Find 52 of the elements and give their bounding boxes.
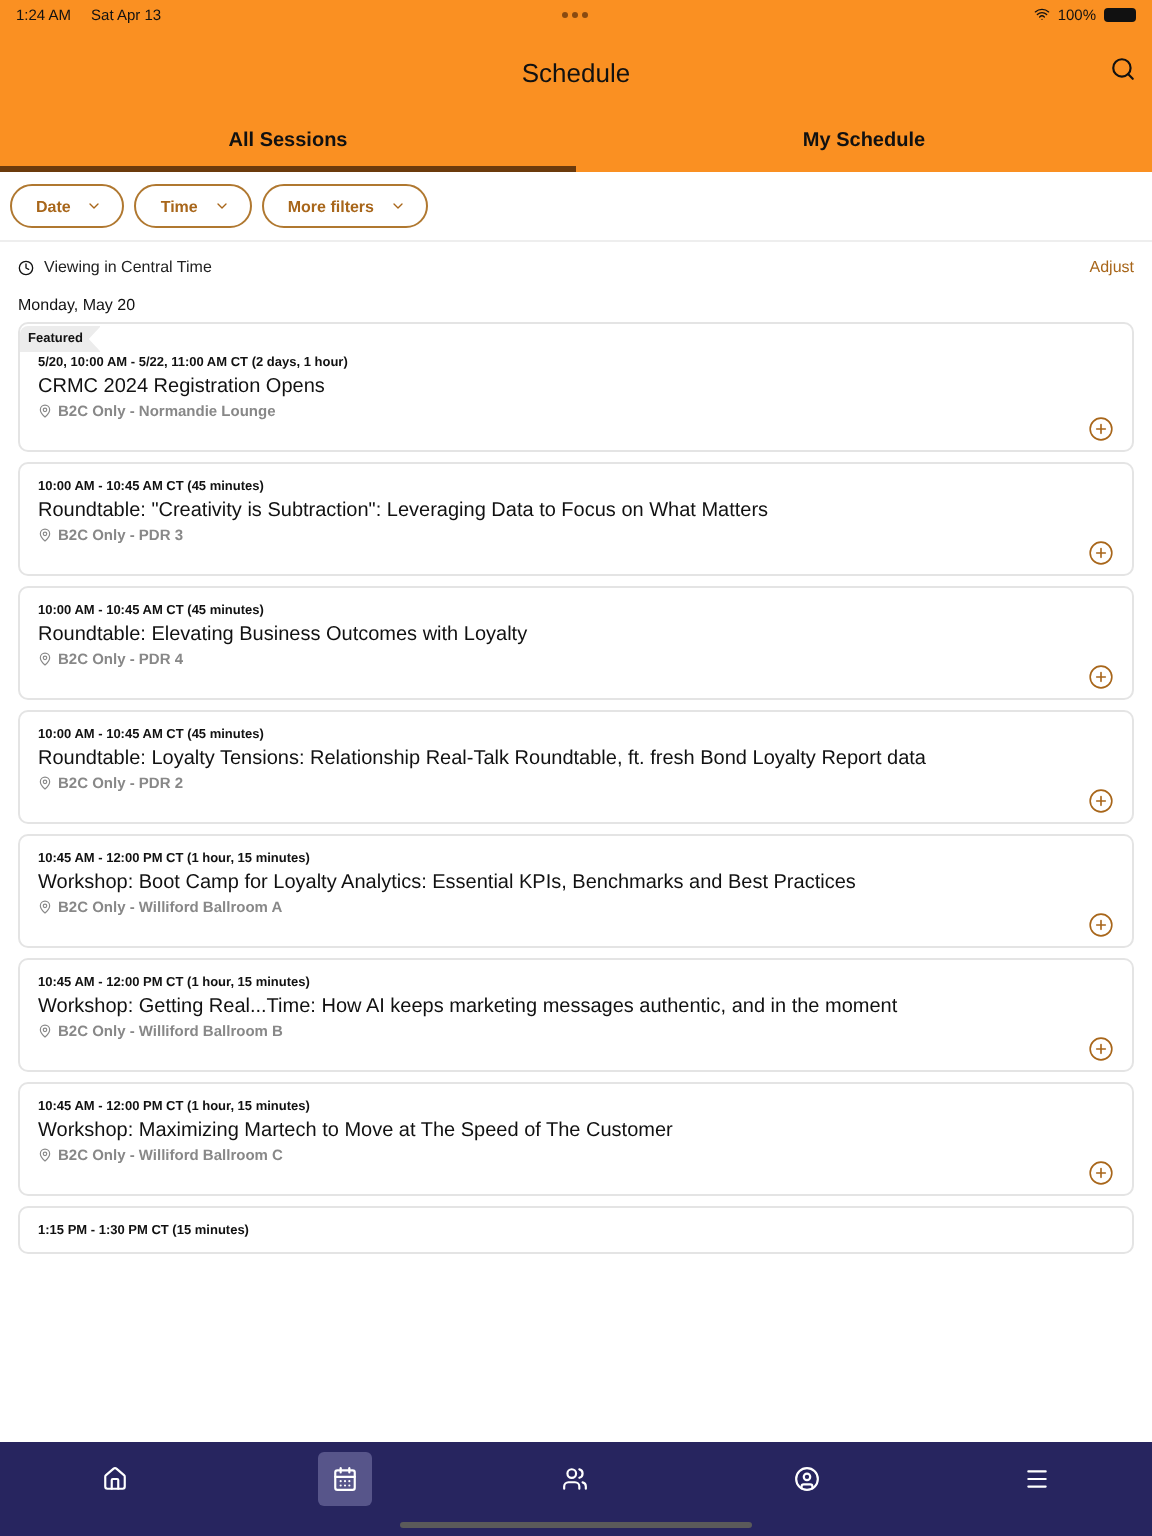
- pin-icon: [38, 652, 52, 666]
- people-icon: [562, 1466, 589, 1492]
- clock-icon: [18, 259, 34, 275]
- session-title: Workshop: Maximizing Martech to Move at The Speed of The Customer: [38, 1120, 675, 1142]
- timezone-label: Viewing in Central Time: [44, 258, 212, 276]
- plus-icon: [1088, 416, 1114, 442]
- calendar-icon: [332, 1466, 359, 1492]
- pin-icon: [38, 776, 52, 790]
- plus-icon: [1088, 912, 1114, 938]
- adjust-link[interactable]: Adjust: [1089, 258, 1134, 276]
- search-icon: [1110, 56, 1136, 82]
- calendar-nav-button[interactable]: [318, 1452, 373, 1506]
- session-title: Workshop: Boot Camp for Loyalty Analytics: Essential KPIs, Benchmarks and Best Practices: [38, 872, 858, 894]
- tab[interactable]: My Schedule: [576, 116, 1152, 172]
- multitask-icon: [562, 12, 590, 18]
- add-button[interactable]: [1088, 912, 1114, 938]
- chevron-down-icon: [390, 198, 406, 214]
- filter-button[interactable]: More filters: [261, 184, 428, 228]
- plus-icon: [1088, 664, 1114, 690]
- plus-icon: [1088, 540, 1114, 566]
- add-button[interactable]: [1088, 1036, 1114, 1062]
- add-button[interactable]: [1088, 788, 1114, 814]
- chevron-down-icon: [86, 198, 103, 214]
- page-title: Schedule: [521, 57, 631, 87]
- session-title: Roundtable: "Creativity is Subtraction": Leveraging Data to Focus on What Matters: [38, 500, 771, 522]
- home-icon: [102, 1466, 129, 1492]
- add-button[interactable]: [1088, 1160, 1114, 1186]
- day-heading: Monday, May 20: [16, 294, 138, 318]
- plus-icon: [1088, 788, 1114, 814]
- chevron-down-icon: [213, 198, 230, 214]
- battery-icon: [1104, 7, 1136, 21]
- plus-icon: [1088, 1036, 1114, 1062]
- tab[interactable]: All Sessions: [0, 116, 576, 172]
- menu-icon: [1023, 1466, 1050, 1492]
- session-title: Workshop: Getting Real...Time: How AI keeps marketing messages authentic, and in the moment: [38, 996, 900, 1018]
- add-button[interactable]: [1088, 664, 1114, 690]
- profile-icon: [793, 1466, 820, 1492]
- pin-icon: [38, 404, 52, 418]
- pin-icon: [38, 528, 52, 542]
- pin-icon: [38, 1148, 52, 1162]
- filter-button[interactable]: Date: [10, 184, 125, 228]
- pin-icon: [38, 1024, 52, 1038]
- pin-icon: [38, 900, 52, 914]
- session-title: Roundtable: Elevating Business Outcomes with Loyalty: [38, 624, 530, 646]
- plus-icon: [1088, 1160, 1114, 1186]
- search-button[interactable]: [1110, 56, 1136, 82]
- add-button[interactable]: [1088, 416, 1114, 442]
- filter-button[interactable]: Time: [134, 184, 252, 228]
- session-title: CRMC 2024 Registration Opens: [38, 376, 327, 398]
- add-button[interactable]: [1088, 540, 1114, 566]
- wifi-icon: [1033, 6, 1050, 22]
- session-title: Roundtable: Loyalty Tensions: Relationship Real-Talk Roundtable, ft. fresh Bond Loyalty Report data: [38, 748, 928, 770]
